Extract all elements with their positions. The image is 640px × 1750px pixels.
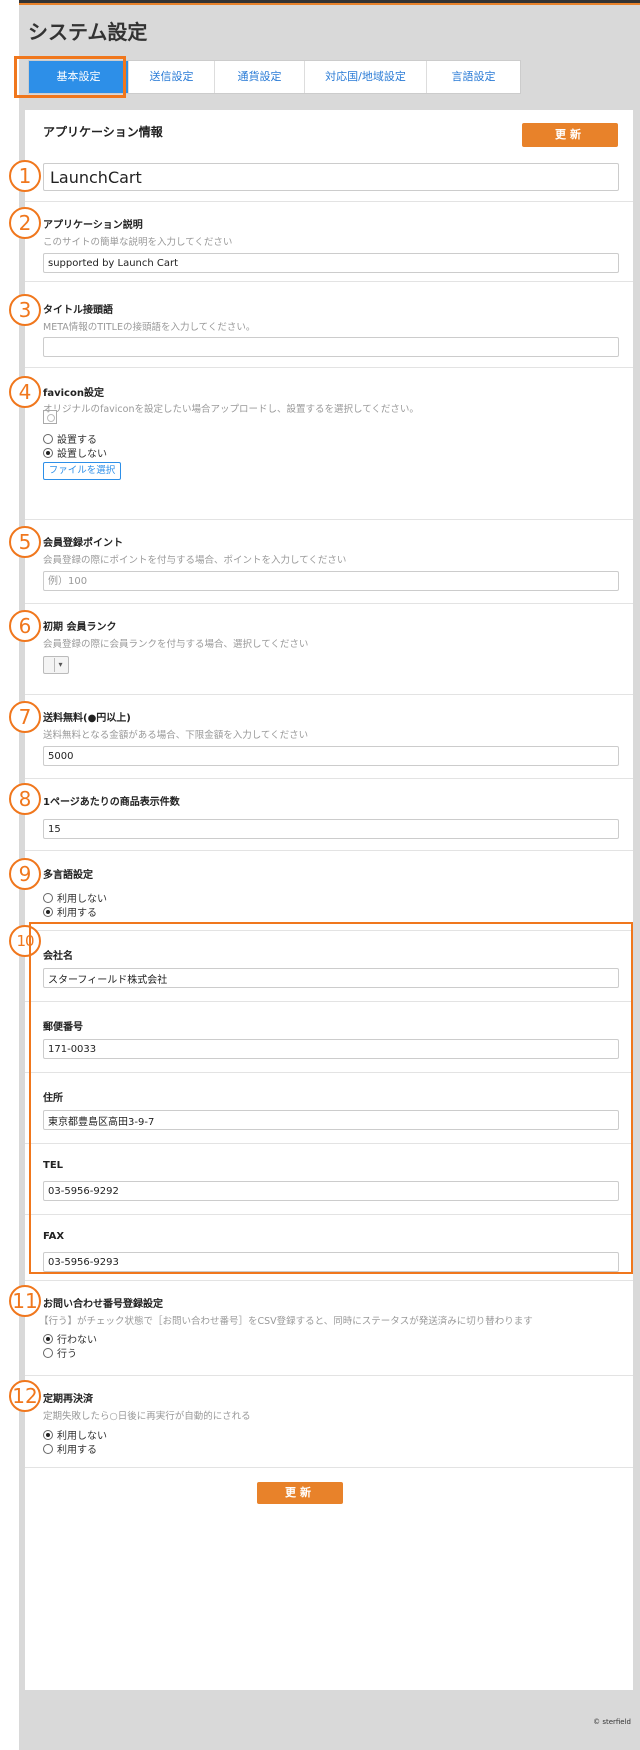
inquiry-option-no[interactable]: 行わない: [43, 1331, 97, 1346]
copyright: © sterfield: [593, 1718, 631, 1726]
signup-point-input[interactable]: [43, 571, 619, 591]
marker-2: 2: [9, 207, 41, 239]
signup-point-help: 会員登録の際にポイントを付与する場合、ポイントを入力してください: [43, 555, 347, 566]
radio-checked-icon: [43, 1333, 53, 1344]
title-prefix-label: タイトル接頭語: [43, 305, 113, 316]
marker-4: 4: [9, 376, 41, 408]
marker-7: 7: [9, 701, 41, 733]
favicon-option-set[interactable]: 設置する: [43, 431, 97, 446]
free-shipping-input[interactable]: [43, 746, 619, 766]
update-button-top[interactable]: 更新: [522, 123, 618, 147]
update-button-bottom[interactable]: 更新: [257, 1482, 343, 1504]
inquiry-number-help: 【行う】がチェック状態で［お問い合わせ番号］をCSV登録すると、同時にステータス…: [39, 1316, 533, 1327]
section-app-name: 1: [9, 150, 633, 202]
section-multilang: 9 多言語設定 利用しない 利用する: [9, 851, 633, 931]
marker-9: 9: [9, 858, 41, 890]
radio-icon: [43, 1347, 53, 1358]
panel-title: アプリケーション情報: [43, 125, 163, 139]
favicon-help: オリジナルのfaviconを設定したい場合アップロードし、設置するを選択してくだ…: [43, 404, 419, 415]
radio-checked-icon: [43, 1429, 53, 1440]
initial-rank-label: 初期 会員ランク: [43, 622, 117, 633]
app-name-input[interactable]: [43, 163, 619, 191]
favicon-label: favicon設定: [43, 388, 104, 399]
radio-icon: [43, 433, 53, 444]
chevron-down-icon: ▾: [54, 658, 66, 672]
marker-8: 8: [9, 783, 41, 815]
items-per-page-label: 1ページあたりの商品表示件数: [43, 797, 180, 808]
settings-tabs: 基本設定 送信設定 通貨設定 対応国/地域設定 言語設定: [28, 60, 521, 94]
tab-language[interactable]: 言語設定: [427, 61, 520, 93]
radio-checked-icon: [43, 447, 53, 458]
title-prefix-help: META情報のTITLEの接頭語を入力してください。: [43, 322, 256, 333]
section-recurring-payment: 12 定期再決済 定期失敗したら○日後に再実行が自動的にされる 利用しない 利用…: [9, 1376, 633, 1468]
section-items-per-page: 8 1ページあたりの商品表示件数: [9, 779, 633, 851]
app-description-input[interactable]: [43, 253, 619, 273]
page-title: システム設定: [28, 20, 148, 44]
marker-11: 11: [9, 1285, 41, 1317]
radio-icon: [43, 1443, 53, 1454]
company-info-highlight: [29, 922, 633, 1274]
section-favicon: 4 favicon設定 オリジナルのfaviconを設定したい場合アップロードし…: [9, 368, 633, 520]
marker-3: 3: [9, 294, 41, 326]
section-title-prefix: 3 タイトル接頭語 META情報のTITLEの接頭語を入力してください。: [9, 282, 633, 368]
section-signup-point: 5 会員登録ポイント 会員登録の際にポイントを付与する場合、ポイントを入力してく…: [9, 520, 633, 604]
tab-country[interactable]: 対応国/地域設定: [305, 61, 427, 93]
section-free-shipping: 7 送料無料(●円以上) 送料無料となる金額がある場合、下限金額を入力してくださ…: [9, 695, 633, 779]
marker-5: 5: [9, 526, 41, 558]
recurring-option-off[interactable]: 利用しない: [43, 1427, 107, 1442]
radio-icon: [43, 892, 53, 903]
app-description-label: アプリケーション説明: [43, 220, 143, 231]
title-prefix-input[interactable]: [43, 337, 619, 357]
favicon-option-unset[interactable]: 設置しない: [43, 445, 107, 460]
top-bar: [19, 0, 640, 5]
tab-basic[interactable]: 基本設定: [29, 61, 129, 93]
file-select-button[interactable]: ファイルを選択: [43, 462, 121, 480]
multilang-option-off[interactable]: 利用しない: [43, 890, 107, 905]
recurring-label: 定期再決済: [43, 1394, 93, 1405]
multilang-label: 多言語設定: [43, 870, 93, 881]
inquiry-option-yes[interactable]: 行う: [43, 1345, 77, 1360]
recurring-help: 定期失敗したら○日後に再実行が自動的にされる: [43, 1411, 251, 1422]
free-shipping-help: 送料無料となる金額がある場合、下限金額を入力してください: [43, 730, 309, 741]
multilang-option-on[interactable]: 利用する: [43, 904, 97, 919]
inquiry-number-label: お問い合わせ番号登録設定: [43, 1299, 163, 1310]
app-description-help: このサイトの簡単な説明を入力してください: [43, 237, 233, 248]
app-window: システム設定 基本設定 送信設定 通貨設定 対応国/地域設定 言語設定 アプリケ…: [9, 0, 640, 1750]
items-per-page-input[interactable]: [43, 819, 619, 839]
favicon-preview-icon: [43, 410, 57, 424]
initial-rank-help: 会員登録の際に会員ランクを付与する場合、選択してください: [43, 639, 309, 650]
marker-1: 1: [9, 160, 41, 192]
marker-6: 6: [9, 610, 41, 642]
free-shipping-label: 送料無料(●円以上): [43, 713, 131, 724]
section-initial-rank: 6 初期 会員ランク 会員登録の際に会員ランクを付与する場合、選択してください …: [9, 604, 633, 695]
signup-point-label: 会員登録ポイント: [43, 538, 123, 549]
radio-checked-icon: [43, 906, 53, 917]
settings-panel: アプリケーション情報 更新 1 2 アプリケーション説明 このサイトの簡単な説明…: [9, 110, 633, 1690]
tab-mail[interactable]: 送信設定: [129, 61, 215, 93]
section-inquiry-number: 11 お問い合わせ番号登録設定 【行う】がチェック状態で［お問い合わせ番号］をC…: [9, 1280, 633, 1376]
section-app-description: 2 アプリケーション説明 このサイトの簡単な説明を入力してください: [9, 202, 633, 282]
tab-currency[interactable]: 通貨設定: [215, 61, 305, 93]
marker-12: 12: [9, 1380, 41, 1412]
initial-rank-select[interactable]: ▾: [43, 656, 69, 674]
recurring-option-on[interactable]: 利用する: [43, 1441, 97, 1456]
